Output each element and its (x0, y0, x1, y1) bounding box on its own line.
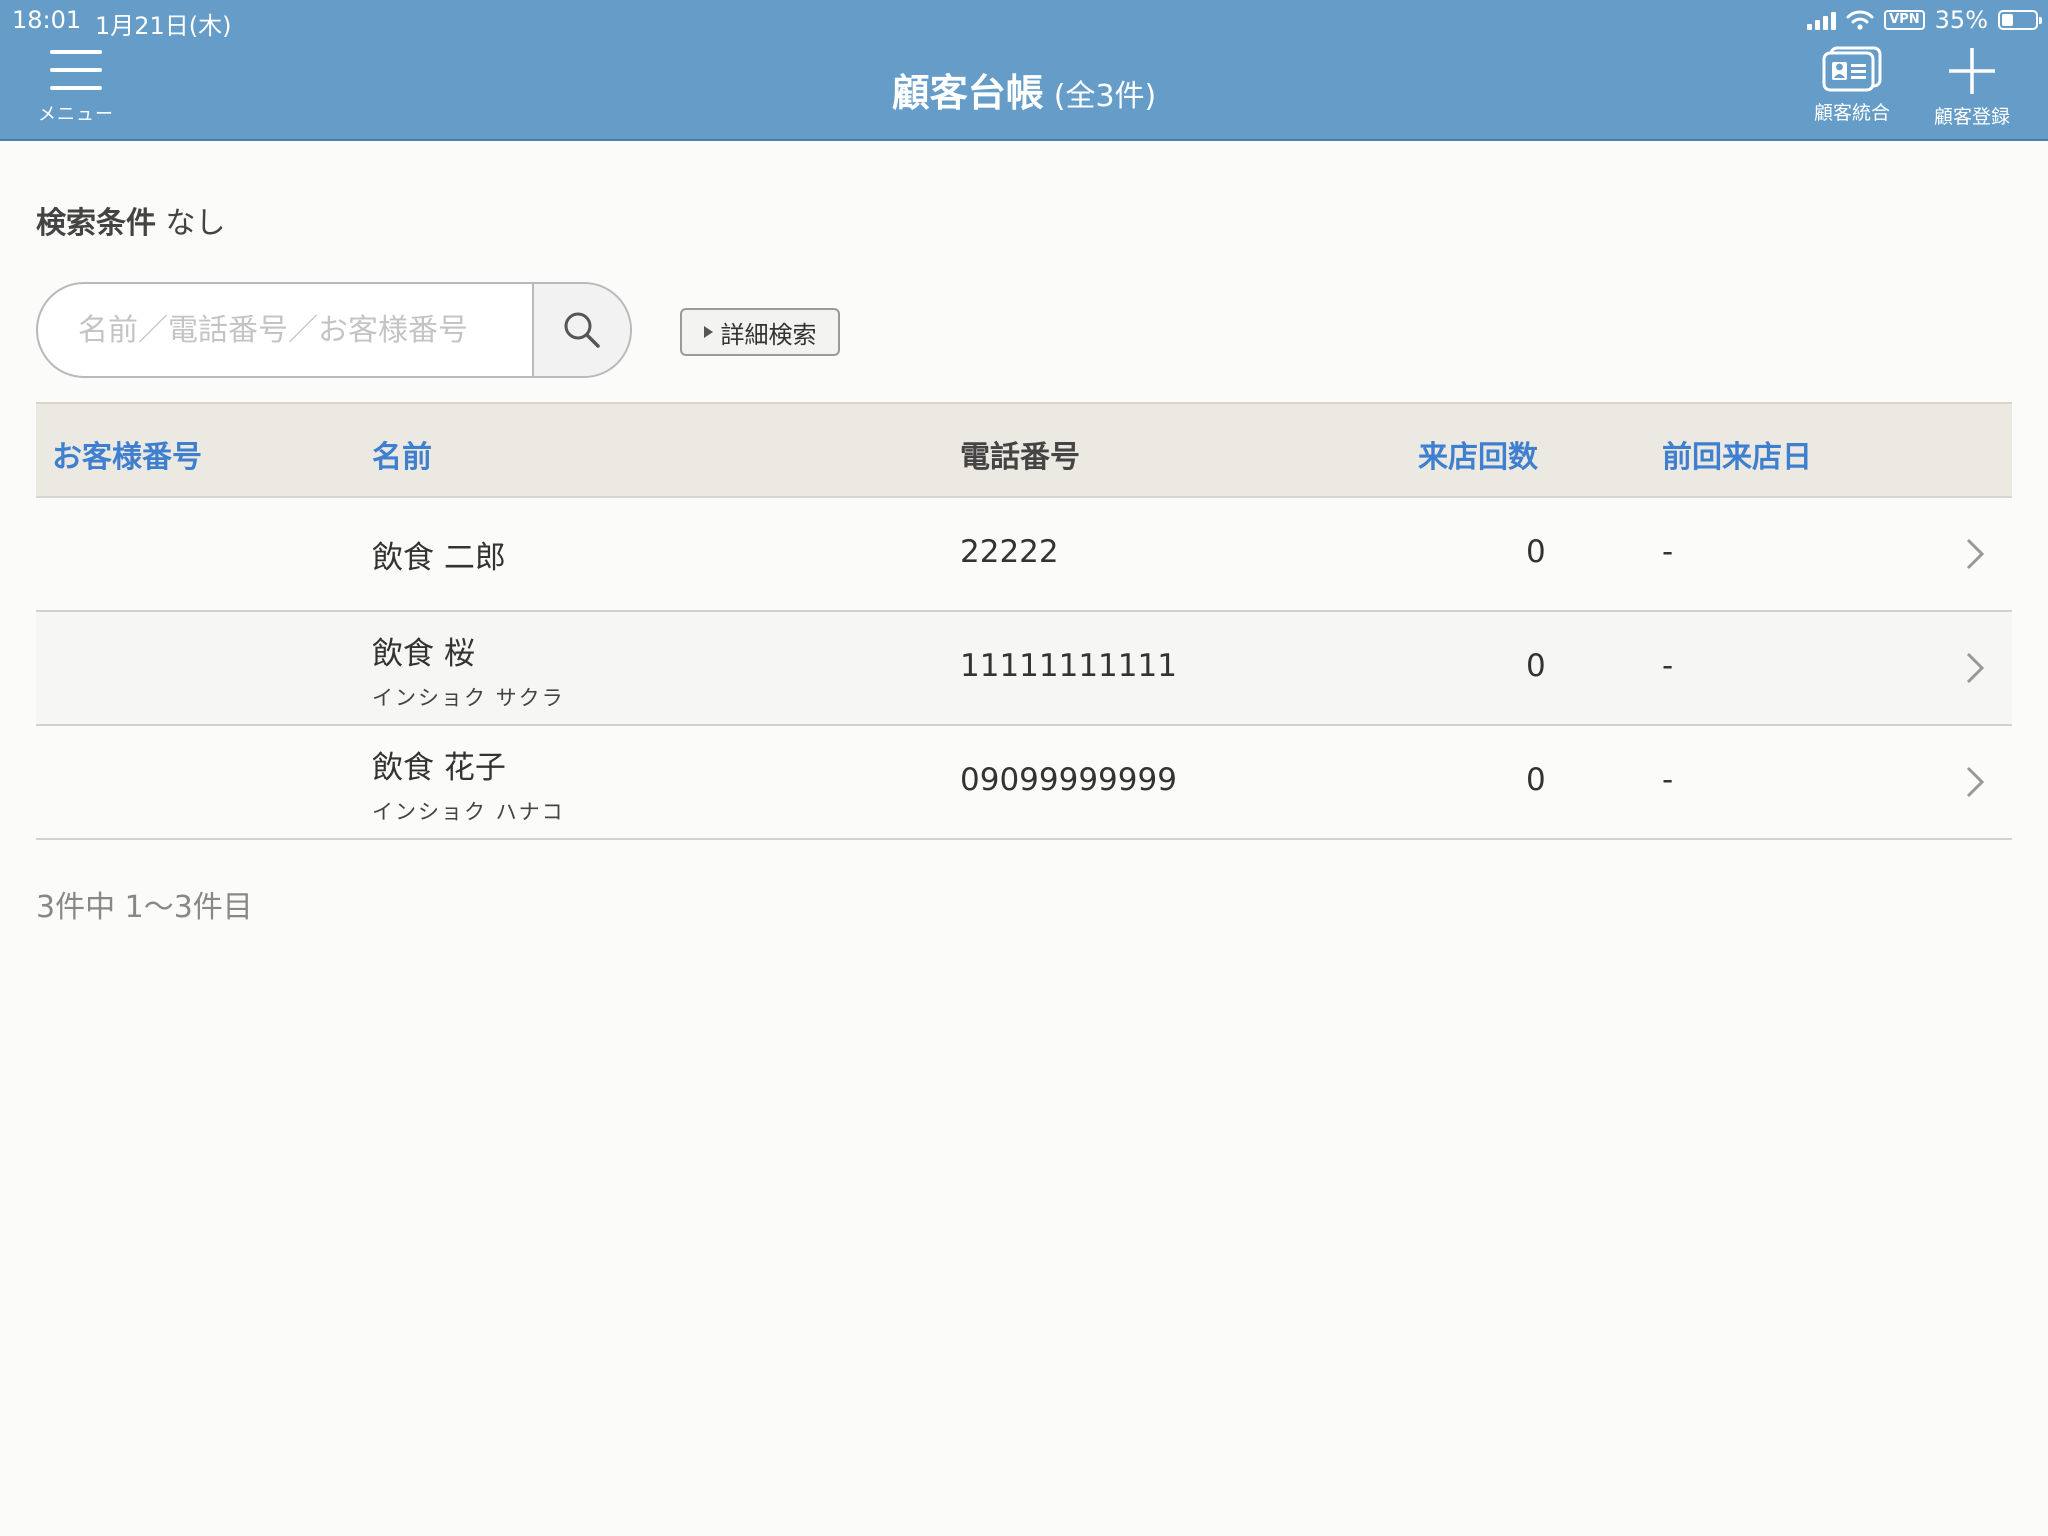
search-condition-value: なし (165, 206, 226, 241)
chevron-right-icon (1966, 652, 1985, 684)
battery-icon (1998, 10, 2042, 30)
column-header-customer-no[interactable]: お客様番号 (52, 432, 202, 476)
name-kana-cell: インショク ハナコ (372, 800, 565, 824)
page-title: 顧客台帳 (全3件) (0, 62, 2048, 117)
column-header-last-visit[interactable]: 前回来店日 (1662, 432, 1812, 476)
status-indicators: VPN 35% (1807, 6, 2042, 34)
search-icon (564, 312, 600, 348)
search-input[interactable] (38, 284, 532, 376)
chevron-right-icon (1966, 538, 1985, 570)
table-header: お客様番号 名前 電話番号 来店回数 前回来店日 (36, 402, 2012, 498)
search-box (36, 282, 632, 378)
phone-cell: 22222 (960, 534, 1059, 570)
advanced-search-button[interactable]: 詳細検索 (680, 308, 840, 356)
customer-table: お客様番号 名前 電話番号 来店回数 前回来店日 飲食 二郎 22222 0 -… (36, 402, 2012, 840)
battery-percent: 35% (1934, 6, 1988, 34)
page-title-text: 顧客台帳 (891, 71, 1044, 115)
pagination-summary: 3件中 1〜3件目 (36, 890, 253, 925)
last-visit-cell: - (1662, 762, 1674, 798)
column-header-phone: 電話番号 (960, 440, 1080, 475)
id-card-icon (1822, 46, 1882, 92)
vpn-badge: VPN (1884, 10, 1925, 30)
name-kana-cell: インショク サクラ (372, 686, 565, 710)
search-button[interactable] (532, 284, 630, 376)
triangle-right-icon (703, 326, 713, 338)
search-condition-label: 検索条件 (36, 206, 156, 241)
register-customer-button[interactable]: 顧客登録 (1912, 46, 2032, 136)
record-count: (全3件) (1053, 79, 1157, 114)
table-row[interactable]: 飲食 桜 インショク サクラ 11111111111 0 - (36, 612, 2012, 726)
wifi-icon (1846, 10, 1874, 30)
merge-customers-button[interactable]: 顧客統合 (1792, 46, 1912, 136)
app-header: 18:01 1月21日(木) VPN 35% メニュー 顧客台帳 (全3件) 顧… (0, 0, 2048, 141)
phone-cell: 09099999999 (960, 762, 1177, 798)
plus-icon (1949, 48, 1995, 94)
chevron-right-icon (1966, 766, 1985, 798)
name-cell: 飲食 二郎 (372, 540, 506, 576)
last-visit-cell: - (1662, 648, 1674, 684)
visits-cell: 0 (1526, 534, 1546, 570)
table-row[interactable]: 飲食 二郎 22222 0 - (36, 498, 2012, 612)
register-customer-label: 顧客登録 (1933, 106, 2010, 128)
advanced-search-label: 詳細検索 (720, 320, 817, 349)
column-header-name[interactable]: 名前 (372, 432, 432, 476)
table-body: 飲食 二郎 22222 0 - 飲食 桜 インショク サクラ 111111111… (36, 498, 2012, 840)
search-condition: 検索条件 なし (36, 198, 226, 242)
name-cell: 飲食 花子 (372, 750, 506, 786)
visits-cell: 0 (1526, 648, 1546, 684)
phone-cell: 11111111111 (960, 648, 1177, 684)
status-time: 18:01 (12, 6, 82, 34)
merge-customers-label: 顧客統合 (1813, 102, 1890, 124)
status-date: 1月21日(木) (95, 12, 232, 40)
name-cell: 飲食 桜 (372, 636, 475, 672)
column-header-visits[interactable]: 来店回数 (1418, 432, 1538, 476)
last-visit-cell: - (1662, 534, 1674, 570)
table-row[interactable]: 飲食 花子 インショク ハナコ 09099999999 0 - (36, 726, 2012, 840)
visits-cell: 0 (1526, 762, 1546, 798)
cellular-signal-icon (1807, 10, 1837, 30)
